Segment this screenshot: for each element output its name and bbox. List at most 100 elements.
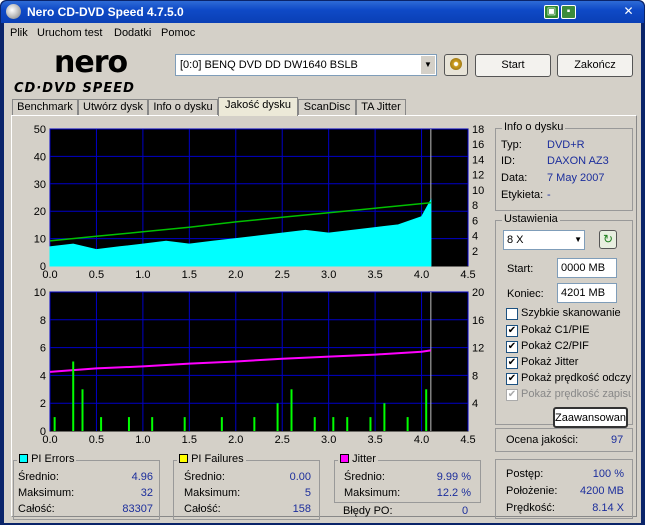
jitter-max-label: Maksimum:: [344, 487, 401, 499]
chart-0-x-tick-label: 3.0: [321, 269, 336, 281]
advanced-button[interactable]: Zaawansowane: [553, 407, 628, 428]
extra-icon[interactable]: ▣: [544, 5, 559, 19]
show-write-speed-checkbox: ✔: [506, 389, 518, 401]
disc-info-title: Info o dysku: [502, 121, 566, 133]
show-jitter-label: Pokaż Jitter: [521, 356, 579, 368]
chevron-down-icon[interactable]: ▼: [574, 231, 582, 249]
chart-1-x-tick-label: 0.5: [89, 434, 104, 446]
jitter-avg-value: 9.99 %: [436, 471, 471, 483]
drive-select[interactable]: [0:0] BENQ DVD DD DW1640 BSLB ▼: [175, 54, 437, 76]
tab-disc-quality[interactable]: Jakość dysku: [218, 97, 298, 116]
settings-title: Ustawienia: [502, 213, 560, 225]
show-pie-checkbox[interactable]: ✔: [506, 325, 518, 337]
chart-1-x-tick-label: 3.0: [321, 434, 336, 446]
chart-0-x-tick-label: 4.0: [414, 269, 429, 281]
chart-1-x-tick-label: 2.5: [275, 434, 290, 446]
jitter-max-value: 12.2 %: [436, 487, 471, 499]
pi-failures-total-label: Całość:: [184, 503, 221, 515]
show-pif-checkbox[interactable]: ✔: [506, 341, 518, 353]
chart-0-x-tick-label: 1.5: [182, 269, 197, 281]
show-write-speed-label: Pokaż prędkość zapisu: [521, 388, 631, 400]
menu-dodatki[interactable]: Dodatki: [114, 27, 151, 39]
show-read-speed-label: Pokaż prędkość odczytu: [521, 372, 631, 384]
show-pif-label: Pokaż C2/PIF: [521, 340, 589, 352]
quick-scan-checkbox[interactable]: [506, 308, 518, 320]
chart-0-y-right-tick-label: 6: [472, 215, 478, 227]
pi-errors-group: PI Errors Średnio: 4.96 Maksimum: 32 Cał…: [13, 453, 160, 520]
refresh-speed-button[interactable]: ↻: [599, 230, 617, 249]
quality-score-label: Ocena jakości:: [506, 434, 579, 446]
chart-0-y-left-tick-label: 10: [34, 234, 46, 246]
tab-benchmark[interactable]: Benchmark: [12, 99, 78, 115]
disc-type-value: DVD+R: [547, 139, 585, 151]
title-bar: Nero CD-DVD Speed 4.7.5.0 ▣ ▪ ✕: [1, 1, 644, 23]
menu-pomoc[interactable]: Pomoc: [161, 27, 195, 39]
pi-errors-max-value: 32: [140, 487, 153, 499]
chart-1-y-left-tick-label: 6: [40, 343, 46, 355]
start-button[interactable]: Start: [475, 54, 551, 77]
charts-svg: 0.0 0.5 1.0 1.5 2.0 2.5 3.0 3.5 4.0 4.51020304050…: [34, 124, 485, 446]
chart-1-y-left-tick-label: 10: [34, 287, 46, 299]
disc-label-value: -: [547, 189, 551, 201]
jitter-title: Jitter: [352, 453, 376, 465]
progress-label: Postęp:: [506, 468, 544, 480]
tab-ta-jitter[interactable]: TA Jitter: [356, 99, 406, 115]
pi-failures-title: PI Failures: [191, 453, 244, 465]
refresh-drive-button[interactable]: [444, 54, 468, 76]
show-pie-label: Pokaż C1/PIE: [521, 324, 590, 336]
quick-scan-label: Szybkie skanowanie: [521, 307, 621, 319]
tab-scandisc[interactable]: ScanDisc: [298, 99, 356, 115]
position-label: Położenie:: [506, 485, 558, 497]
chart-0-y-right-tick-label: 2: [472, 246, 478, 258]
chart-0-y-left-tick-label: 30: [34, 179, 46, 191]
extra2-icon[interactable]: ▪: [561, 5, 576, 19]
menu-uruchom-test[interactable]: Uruchom test: [37, 27, 102, 39]
end-button[interactable]: Zakończ: [557, 54, 633, 77]
app-icon: [6, 4, 21, 19]
close-icon[interactable]: ✕: [621, 5, 636, 19]
pi-errors-avg-label: Średnio:: [18, 471, 59, 483]
pi-failures-total-value: 158: [292, 503, 311, 515]
chart-1-y-right-tick-label: 8: [472, 370, 478, 382]
pi-errors-avg-value: 4.96: [131, 471, 153, 483]
disc-date-value: 7 May 2007: [547, 172, 605, 184]
jitter-avg-label: Średnio:: [344, 471, 385, 483]
chart-1-x-tick-label: 1.0: [135, 434, 150, 446]
start-label: Start:: [507, 263, 534, 275]
show-read-speed-checkbox[interactable]: ✔: [506, 373, 518, 385]
po-errors-label: Błędy PO:: [343, 505, 393, 517]
show-jitter-checkbox[interactable]: ✔: [506, 357, 518, 369]
position-value: 4200 MB: [579, 485, 624, 497]
chart-0-x-tick-label: 2.0: [228, 269, 243, 281]
chart-1-y-left-tick-label: 4: [40, 370, 46, 382]
chevron-down-icon[interactable]: ▼: [421, 56, 435, 74]
progress-value: 100 %: [592, 468, 624, 480]
progress-group: Postęp: 100 % Położenie: 4200 MB Prędkoś…: [495, 459, 633, 519]
pi-failures-avg-value: 0.00: [289, 471, 311, 483]
chart-1-y-right-tick-label: 20: [472, 287, 484, 299]
refresh-icon: ↻: [602, 232, 614, 246]
pi-errors-total-label: Całość:: [18, 503, 55, 515]
po-errors-value: 0: [462, 505, 469, 517]
client-area: Plik Uruchom test Dodatki Pomoc nero CD·…: [4, 23, 641, 523]
chart-0-y-zero-label: 0: [40, 261, 46, 273]
tab-create-disc[interactable]: Utwórz dysk: [78, 99, 148, 115]
tab-disc-info[interactable]: Info o dysku: [148, 99, 218, 115]
disc-id-label: ID:: [501, 155, 516, 167]
chart-0-x-tick-label: 1.0: [135, 269, 150, 281]
chart-1-plot-area: [49, 291, 469, 432]
disc-id-value: DAXON AZ3: [547, 155, 609, 167]
menu-plik[interactable]: Plik: [10, 27, 28, 39]
chart-1-x-tick-label: 4.5: [460, 434, 475, 446]
jitter-swatch: [340, 454, 349, 463]
quality-score-value: 97: [611, 434, 624, 446]
chart-1-y-right-tick-label: 4: [472, 398, 478, 410]
start-input[interactable]: 0000 MB: [557, 258, 617, 278]
end-input[interactable]: 4201 MB: [557, 283, 617, 303]
pi-failures-swatch: [179, 454, 188, 463]
pi-errors-max-label: Maksimum:: [18, 487, 75, 499]
chart-0-x-tick-label: 4.5: [460, 269, 475, 281]
menu-bar: Plik Uruchom test Dodatki Pomoc: [4, 23, 641, 43]
speed-select[interactable]: 8 X ▼: [503, 230, 585, 250]
disc-info-group: Info o dysku Typ: DVD+R ID: DAXON AZ3 Da…: [495, 121, 633, 211]
